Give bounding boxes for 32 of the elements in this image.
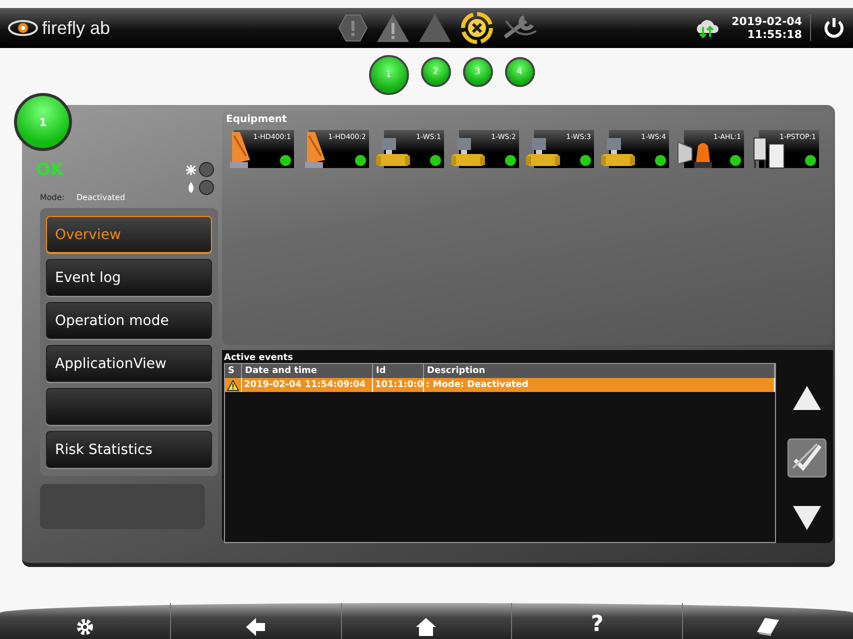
nav-button[interactable]: Operation mode [46,302,212,339]
power-icon[interactable] [823,17,845,39]
back-arrow-icon [246,618,266,636]
scroll-down-icon[interactable] [792,505,822,531]
spark-icon [186,164,196,174]
section-number-badge: 1 [14,93,72,151]
acknowledge-icon[interactable] [786,438,826,478]
table-cell: 2019-02-04 11:54:09:04 [242,378,373,392]
panel-title: Active events [224,353,294,363]
mode-value: Deactivated [76,193,126,202]
book-icon [757,618,780,636]
triangle-icon[interactable] [418,13,452,43]
table-cell: 101:1:0:0 [373,378,424,392]
hexagon-alert-icon[interactable] [338,13,368,43]
nav-button[interactable]: Event log [46,259,212,296]
settings-icon [76,618,94,636]
time-text: 11:55:18 [747,28,802,41]
home-icon [416,618,436,636]
mode-label: Mode: [40,193,64,202]
drop-icon [186,182,196,193]
warning-icon [227,380,239,390]
warning-icon[interactable] [376,13,410,43]
logo-text: firefly ab [42,18,110,38]
nav-button[interactable]: ApplicationView [46,345,212,382]
table-cell: : Mode: Deactivated [424,378,775,392]
panel-title: Equipment [226,114,288,125]
nav-button[interactable]: Overview [46,216,212,253]
date-text: 2019-02-04 [732,15,802,28]
status-text: OK [36,160,64,182]
scroll-up-icon[interactable] [792,385,822,411]
eye-logo-icon [8,20,38,36]
nav-button[interactable]: Risk Statistics [46,431,212,468]
